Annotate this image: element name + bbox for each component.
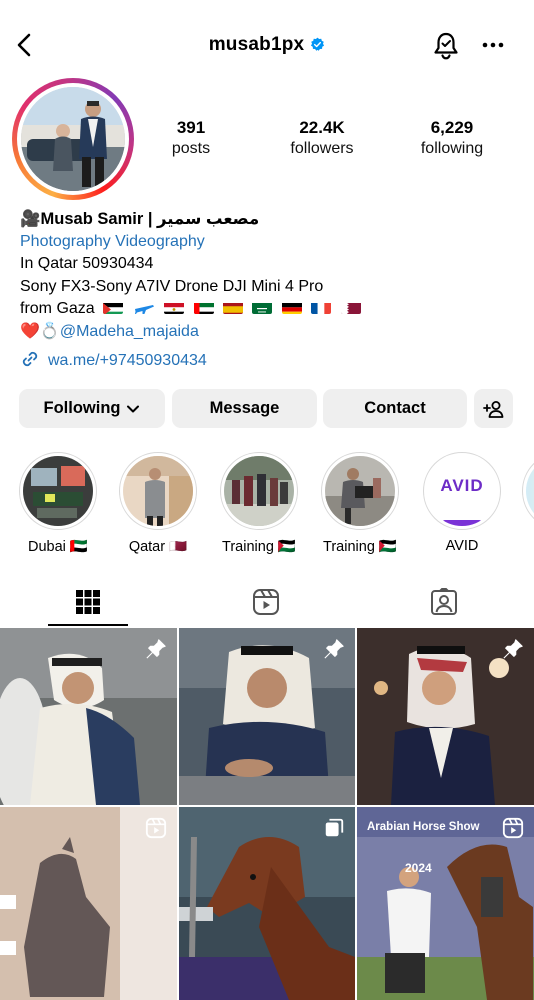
post-thumbnail[interactable] [179,628,355,805]
bio-line-gear: Sony FX3-Sony A7IV Drone DJI Mini 4 Pro [20,277,324,295]
bio-line-partner: ❤️💍@Madeha_majaida [20,321,520,344]
followers-label: followers [290,140,354,157]
carousel-icon [325,818,344,837]
message-button-label: Message [209,399,280,417]
avatar-photo [21,87,125,191]
highlight-label: Qatar 🇶🇦 [128,539,188,555]
profile-tabs [0,578,534,626]
following-count: 6,229 [430,118,474,137]
posts-count: 391 [176,118,206,137]
uae-flag-icon [193,301,214,314]
add-person-icon [482,400,503,418]
partner-mention-link[interactable]: @Madeha_majaida [60,323,199,340]
highlight-item[interactable]: Qatar 🇶🇦 [118,452,198,555]
highlight-cover [23,456,93,526]
highlight-label: Training 🇵🇸 [222,539,296,555]
link-icon [22,351,38,367]
contact-button[interactable]: Contact [323,389,467,428]
pin-icon [146,639,166,659]
egypt-flag-icon [164,301,185,314]
heart-ring-emoji: ❤️💍 [20,322,60,340]
highlight-label: Dubai 🇦🇪 [28,539,88,555]
display-name: 🎥Musab Samir | مصعب سمير [20,210,260,228]
airplane-icon [133,301,155,314]
highlight-cover [325,456,395,526]
post-thumbnail[interactable] [179,807,355,1000]
username: musab1px [208,34,305,55]
profile-bio: 🎥Musab Samir | مصعب سمير Photography Vid… [20,208,520,373]
profile-stats: 391 posts 22.4K followers 6,229 followin… [140,118,530,164]
posts-label: posts [171,140,211,157]
followers-stat[interactable]: 22.4K followers [274,118,370,160]
germany-flag-icon [281,301,302,314]
pin-icon [324,639,344,659]
reels-tab[interactable] [226,578,306,626]
chevron-down-icon [127,405,140,412]
post-thumbnail[interactable] [357,628,534,805]
grid-tab[interactable] [48,578,128,626]
notification-bell-icon[interactable] [432,31,460,61]
avatar-illustration [21,87,125,191]
following-button-label: Following [43,399,121,417]
post-thumbnail[interactable] [0,807,177,1000]
post-banner-text: Arabian Horse Show [367,821,480,833]
following-label: following [420,140,484,157]
highlight-cover: AVID [427,456,497,526]
post-thumbnail[interactable]: Arabian Horse Show 2024 [357,807,534,1000]
avid-logo-text: AVID [440,476,484,495]
bio-external-link[interactable]: wa.me/+97450930434 [20,349,520,373]
highlight-item-partial[interactable] [522,452,534,530]
followers-count: 22.4K [299,118,345,137]
france-flag-icon [311,301,332,314]
bio-origin-text: from Gaza [20,300,95,317]
verified-badge-icon [311,37,325,51]
active-tab-indicator [48,624,128,626]
whatsapp-link: wa.me/+97450930434 [48,352,207,369]
story-highlights: Dubai 🇦🇪 Qatar 🇶🇦 Training 🇵🇸 Training 🇵… [0,452,534,562]
highlight-cover [224,456,294,526]
following-stat[interactable]: 6,229 following [406,118,498,160]
post-year-text: 2024 [405,861,432,875]
post-thumbnail[interactable] [0,628,177,805]
bio-line-location: In Qatar 50930434 [20,255,154,272]
highlight-item[interactable]: Dubai 🇦🇪 [18,452,98,555]
bio-line-origin: from Gaza [20,298,520,321]
highlight-label: AVID [445,538,479,554]
posts-stat[interactable]: 391 posts [156,118,226,160]
pin-icon [503,639,523,659]
profile-avatar[interactable] [12,78,134,200]
suggested-users-button[interactable] [474,389,513,428]
tagged-icon [431,588,457,615]
grid-icon [76,590,100,614]
profile-category[interactable]: Photography Videography [20,231,520,254]
reels-icon [253,589,279,615]
qatar-flag-icon [340,301,361,314]
reel-icon [502,817,524,839]
message-button[interactable]: Message [172,389,317,428]
more-icon[interactable] [480,32,506,58]
palestine-flag-icon [103,301,124,314]
spain-flag-icon [222,301,243,314]
saudi-flag-icon [252,301,273,314]
following-button[interactable]: Following [19,389,165,428]
highlight-item[interactable]: AVID AVID [422,452,502,554]
contact-button-label: Contact [364,399,426,417]
reel-icon [145,817,167,839]
tagged-tab[interactable] [404,578,484,626]
highlight-cover [123,456,193,526]
highlight-item[interactable]: Training 🇵🇸 [219,452,299,555]
highlight-item[interactable]: Training 🇵🇸 [320,452,400,555]
highlight-label: Training 🇵🇸 [323,539,397,555]
